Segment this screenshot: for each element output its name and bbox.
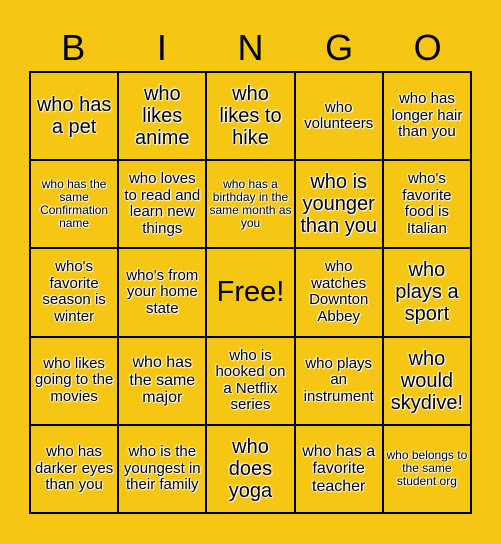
free-space[interactable]: Free!: [206, 248, 295, 337]
header-letter-i: I: [156, 27, 167, 68]
header-letter-g: G: [325, 27, 354, 68]
bingo-cell[interactable]: who likes anime: [118, 72, 207, 161]
bingo-cell[interactable]: who is hooked on a Netflix series: [206, 336, 295, 425]
bingo-header: B I N G O: [29, 26, 472, 70]
bingo-cell[interactable]: who likes going to the movies: [30, 336, 119, 425]
bingo-cell[interactable]: who has longer hair than you: [382, 72, 471, 161]
bingo-cell[interactable]: who's favorite season is winter: [30, 248, 119, 337]
bingo-cell[interactable]: who belongs to the same student org: [382, 424, 471, 513]
header-letter-b: B: [61, 27, 86, 68]
bingo-cell[interactable]: who's from your home state: [118, 248, 207, 337]
bingo-cell[interactable]: who would skydive!: [382, 336, 471, 425]
bingo-cell[interactable]: who volunteers: [294, 72, 383, 161]
bingo-cell[interactable]: who's favorite food is Italian: [382, 160, 471, 249]
header-letter-n: N: [237, 27, 264, 68]
bingo-cell[interactable]: who watches Downton Abbey: [294, 248, 383, 337]
bingo-cell[interactable]: who has a favorite teacher: [294, 424, 383, 513]
bingo-cell[interactable]: who plays an instrument: [294, 336, 383, 425]
bingo-cell[interactable]: who does yoga: [206, 424, 295, 513]
bingo-cell[interactable]: who has a birthday in the same month as …: [206, 160, 295, 249]
bingo-cell[interactable]: who is younger than you: [294, 160, 383, 249]
header-letter-o: O: [413, 27, 442, 68]
bingo-cell[interactable]: who has darker eyes than you: [30, 424, 119, 513]
bingo-card: who has a pet who likes anime who likes …: [29, 71, 472, 514]
bingo-cell[interactable]: who likes to hike: [206, 72, 295, 161]
bingo-cell[interactable]: who has the same Confirmation name: [30, 160, 119, 249]
bingo-cell[interactable]: who is the youngest in their family: [118, 424, 207, 513]
bingo-cell[interactable]: who loves to read and learn new things: [118, 160, 207, 249]
bingo-cell[interactable]: who has the same major: [118, 336, 207, 425]
bingo-cell[interactable]: who has a pet: [30, 72, 119, 161]
bingo-cell[interactable]: who plays a sport: [382, 248, 471, 337]
